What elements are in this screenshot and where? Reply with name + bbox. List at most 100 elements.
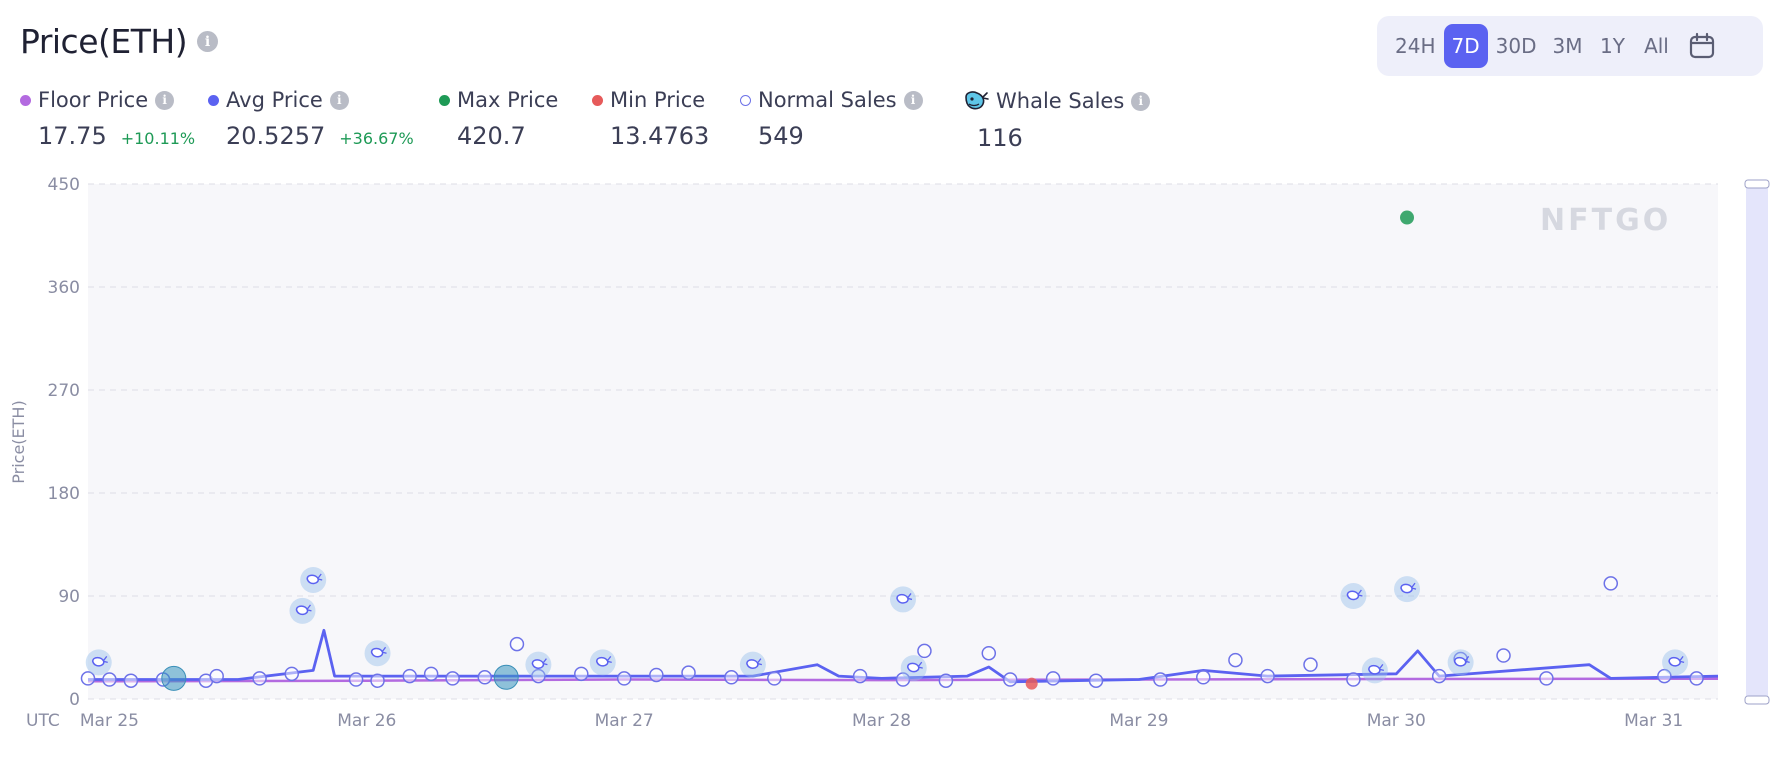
- normal-sale-point[interactable]: [938, 673, 954, 688]
- normal-sale-point[interactable]: [370, 673, 385, 688]
- whale-sale-point[interactable]: [1340, 583, 1367, 609]
- max-price-label: Max Price: [457, 88, 559, 112]
- normal-sale-point[interactable]: [509, 636, 525, 652]
- normal-sale-point[interactable]: [616, 671, 632, 686]
- normal-sale-point[interactable]: [649, 667, 664, 683]
- range-7d-button[interactable]: 7D: [1443, 24, 1488, 68]
- normal-sale-point[interactable]: [1346, 672, 1361, 687]
- normal-sale-point[interactable]: [80, 671, 96, 686]
- whale-sale-point[interactable]: [589, 649, 616, 676]
- y-tick-label: 270: [48, 381, 80, 401]
- normal-sale-point[interactable]: [1088, 673, 1104, 688]
- whale-sale-point[interactable]: [1361, 657, 1388, 684]
- info-icon[interactable]: i: [155, 90, 175, 110]
- normal-sale-point[interactable]: [574, 666, 589, 682]
- info-icon[interactable]: i: [329, 90, 349, 110]
- y-tick-label: 0: [69, 690, 80, 710]
- zoom-slider-bottom-handle[interactable]: [1744, 695, 1770, 705]
- normal-sale-point[interactable]: [724, 670, 739, 685]
- highlight-sale-point[interactable]: [161, 665, 187, 691]
- normal-sale-point[interactable]: [1196, 670, 1211, 685]
- normal-sale-point[interactable]: [284, 666, 299, 682]
- legend-max-price[interactable]: Max Price 420.7: [439, 88, 558, 150]
- whale-sale-point[interactable]: [900, 655, 927, 682]
- time-range-selector: 24H 7D 30D 3M 1Y All: [1377, 16, 1763, 76]
- info-icon[interactable]: i: [197, 31, 219, 52]
- normal-sale-point[interactable]: [1431, 668, 1447, 684]
- normal-sale-point[interactable]: [1228, 652, 1243, 668]
- whale-sale-point[interactable]: [300, 566, 327, 593]
- info-icon[interactable]: i: [903, 90, 923, 110]
- whale-sale-point[interactable]: [739, 651, 766, 678]
- normal-sale-point[interactable]: [1303, 657, 1318, 672]
- x-tick-label: Mar 25: [80, 711, 139, 731]
- normal-sale-point[interactable]: [681, 665, 696, 680]
- y-axis: 0 90 180 270 360 450: [48, 175, 80, 710]
- price-chart[interactable]: 0 90 180 270 360 450 Mar 25 Mar 26 Mar 27 Mar 28…: [0, 160, 1786, 762]
- calendar-icon[interactable]: [1688, 32, 1716, 60]
- x-tick-label: Mar 30: [1367, 711, 1426, 731]
- timezone-label: UTC: [26, 711, 60, 731]
- x-tick-label: Mar 27: [595, 711, 654, 731]
- normal-sale-point[interactable]: [1539, 671, 1554, 686]
- normal-sale-point[interactable]: [852, 668, 868, 684]
- normal-sale-point[interactable]: [981, 645, 997, 661]
- range-1y-button[interactable]: 1Y: [1590, 24, 1634, 68]
- range-all-button[interactable]: All: [1634, 24, 1678, 68]
- whale-sale-point[interactable]: [1394, 576, 1421, 603]
- range-24h-button[interactable]: 24H: [1387, 24, 1444, 68]
- max-price-dot: [439, 94, 450, 106]
- legend-normal-sales[interactable]: Normal Sales i 549: [740, 88, 923, 150]
- y-tick-label: 450: [48, 175, 80, 195]
- min-price-point[interactable]: [1025, 677, 1038, 690]
- normal-sale-point[interactable]: [252, 671, 267, 686]
- normal-sale-point[interactable]: [1153, 672, 1168, 687]
- normal-sale-point[interactable]: [423, 666, 439, 682]
- page-title: Price(ETH): [20, 22, 188, 61]
- whale-sale-point[interactable]: [1447, 649, 1474, 676]
- zoom-slider[interactable]: [1744, 179, 1770, 705]
- x-axis: Mar 25 Mar 26 Mar 27 Mar 28 Mar 29 Mar 30 Mar …: [80, 711, 1683, 731]
- avg-price-value: 20.5257: [226, 122, 326, 150]
- y-tick-label: 180: [48, 484, 80, 504]
- normal-sale-point[interactable]: [209, 668, 224, 684]
- whale-sales-value: 116: [977, 124, 1023, 152]
- info-icon[interactable]: i: [1131, 91, 1151, 111]
- zoom-slider-track[interactable]: [1746, 184, 1768, 699]
- whale-sale-point[interactable]: [364, 640, 391, 667]
- normal-sale-point[interactable]: [123, 673, 139, 688]
- whale-sale-point[interactable]: [85, 649, 112, 676]
- y-tick-label: 90: [58, 587, 80, 607]
- max-price-point[interactable]: [1400, 210, 1415, 225]
- normal-sale-point[interactable]: [1603, 576, 1619, 591]
- legend-floor-price[interactable]: Floor Price i 17.75 +10.11%: [20, 88, 195, 150]
- normal-sale-point[interactable]: [102, 672, 117, 687]
- range-3m-button[interactable]: 3M: [1544, 24, 1590, 68]
- legend-whale-sales[interactable]: Whale Sales i 116: [963, 88, 1151, 152]
- highlight-sale-point[interactable]: [493, 664, 519, 690]
- x-tick-label: Mar 29: [1109, 711, 1168, 731]
- normal-sale-point[interactable]: [1045, 671, 1061, 686]
- whale-sale-point[interactable]: [289, 597, 316, 624]
- whale-sale-point[interactable]: [890, 586, 916, 613]
- floor-price-label: Floor Price: [38, 88, 149, 112]
- zoom-slider-top-handle[interactable]: [1744, 179, 1770, 189]
- normal-sale-point[interactable]: [445, 671, 460, 686]
- normal-sale-point[interactable]: [767, 671, 782, 686]
- whale-sale-point[interactable]: [525, 651, 552, 678]
- normal-sale-point[interactable]: [917, 643, 932, 659]
- normal-sale-point[interactable]: [348, 672, 364, 687]
- min-price-value: 13.4763: [610, 122, 710, 150]
- legend-avg-price[interactable]: Avg Price i 20.5257 +36.67%: [208, 88, 414, 150]
- normal-sale-point[interactable]: [1689, 671, 1704, 686]
- normal-sale-point[interactable]: [1496, 648, 1511, 663]
- normal-sale-point[interactable]: [1260, 668, 1275, 684]
- normal-sale-point[interactable]: [1002, 672, 1018, 687]
- watermark: NFTGO: [1540, 203, 1671, 238]
- range-30d-button[interactable]: 30D: [1488, 24, 1545, 68]
- normal-sale-point[interactable]: [402, 668, 417, 684]
- x-tick-label: Mar 28: [852, 711, 911, 731]
- normal-sale-point[interactable]: [477, 670, 493, 685]
- whale-sale-point[interactable]: [1662, 649, 1689, 676]
- legend-min-price[interactable]: Min Price 13.4763: [592, 88, 709, 150]
